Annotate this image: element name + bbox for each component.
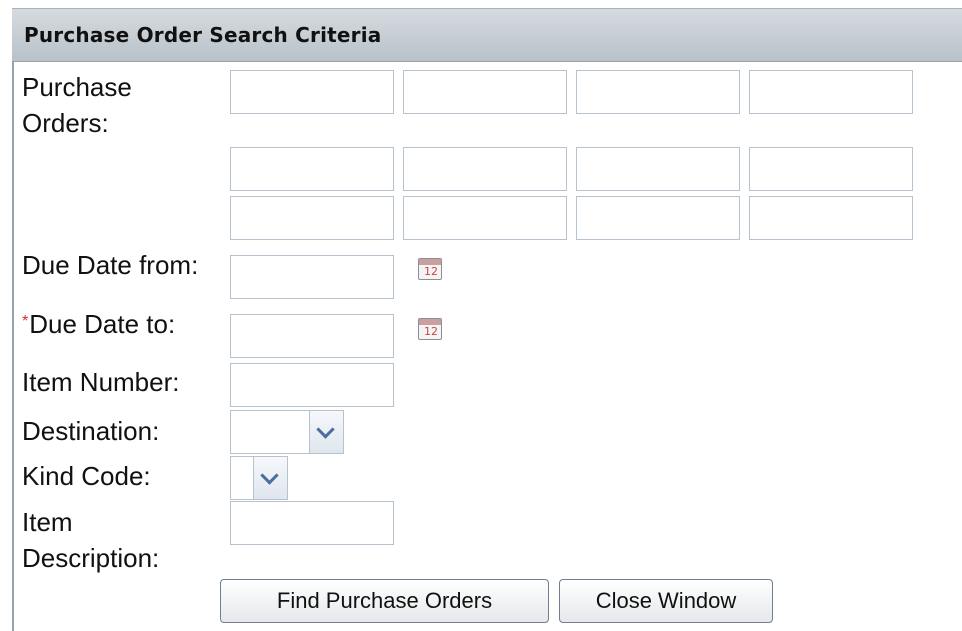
po-field-6[interactable] [403, 147, 567, 191]
kind-code-select[interactable] [230, 456, 288, 500]
find-purchase-orders-button[interactable]: Find Purchase Orders [220, 579, 549, 623]
required-marker: * [22, 313, 29, 330]
close-window-button[interactable]: Close Window [559, 579, 773, 623]
destination-dropdown-button[interactable] [309, 411, 343, 453]
chevron-down-icon [316, 420, 335, 439]
chevron-down-icon [260, 466, 279, 485]
due-date-from-label: Due Date from: [22, 250, 199, 280]
destination-select[interactable] [230, 410, 344, 454]
purchase-orders-label-line1: Purchase [22, 72, 132, 102]
due-date-to-label: *Due Date to: [22, 307, 175, 341]
kind-code-dropdown-button[interactable] [253, 457, 287, 499]
po-field-11[interactable] [576, 196, 740, 240]
due-date-from-field[interactable] [230, 255, 394, 299]
po-field-3[interactable] [576, 70, 740, 114]
destination-label: Destination: [22, 416, 160, 446]
po-field-5[interactable] [230, 147, 394, 191]
po-field-8[interactable] [749, 147, 913, 191]
item-description-label-line2: Description: [22, 543, 160, 573]
item-description-field[interactable] [230, 501, 394, 545]
po-field-1[interactable] [230, 70, 394, 114]
purchase-orders-label-line2: Orders: [22, 108, 109, 138]
calendar-icon[interactable]: 12 [418, 318, 442, 340]
search-criteria-panel: Purchase Order Search Criteria Purchase … [0, 0, 962, 631]
po-field-9[interactable] [230, 196, 394, 240]
calendar-icon[interactable]: 12 [418, 258, 442, 280]
po-field-10[interactable] [403, 196, 567, 240]
item-number-field[interactable] [230, 363, 394, 407]
item-description-label-line1: Item [22, 507, 73, 537]
po-field-12[interactable] [749, 196, 913, 240]
due-date-to-label-text: Due Date to: [29, 309, 176, 339]
po-field-7[interactable] [576, 147, 740, 191]
panel-header: Purchase Order Search Criteria [12, 8, 962, 62]
po-field-4[interactable] [749, 70, 913, 114]
due-date-to-field[interactable] [230, 314, 394, 358]
kind-code-label: Kind Code: [22, 461, 151, 491]
panel-left-border [12, 8, 14, 631]
po-field-2[interactable] [403, 70, 567, 114]
panel-title: Purchase Order Search Criteria [24, 23, 382, 47]
item-number-label: Item Number: [22, 367, 180, 397]
